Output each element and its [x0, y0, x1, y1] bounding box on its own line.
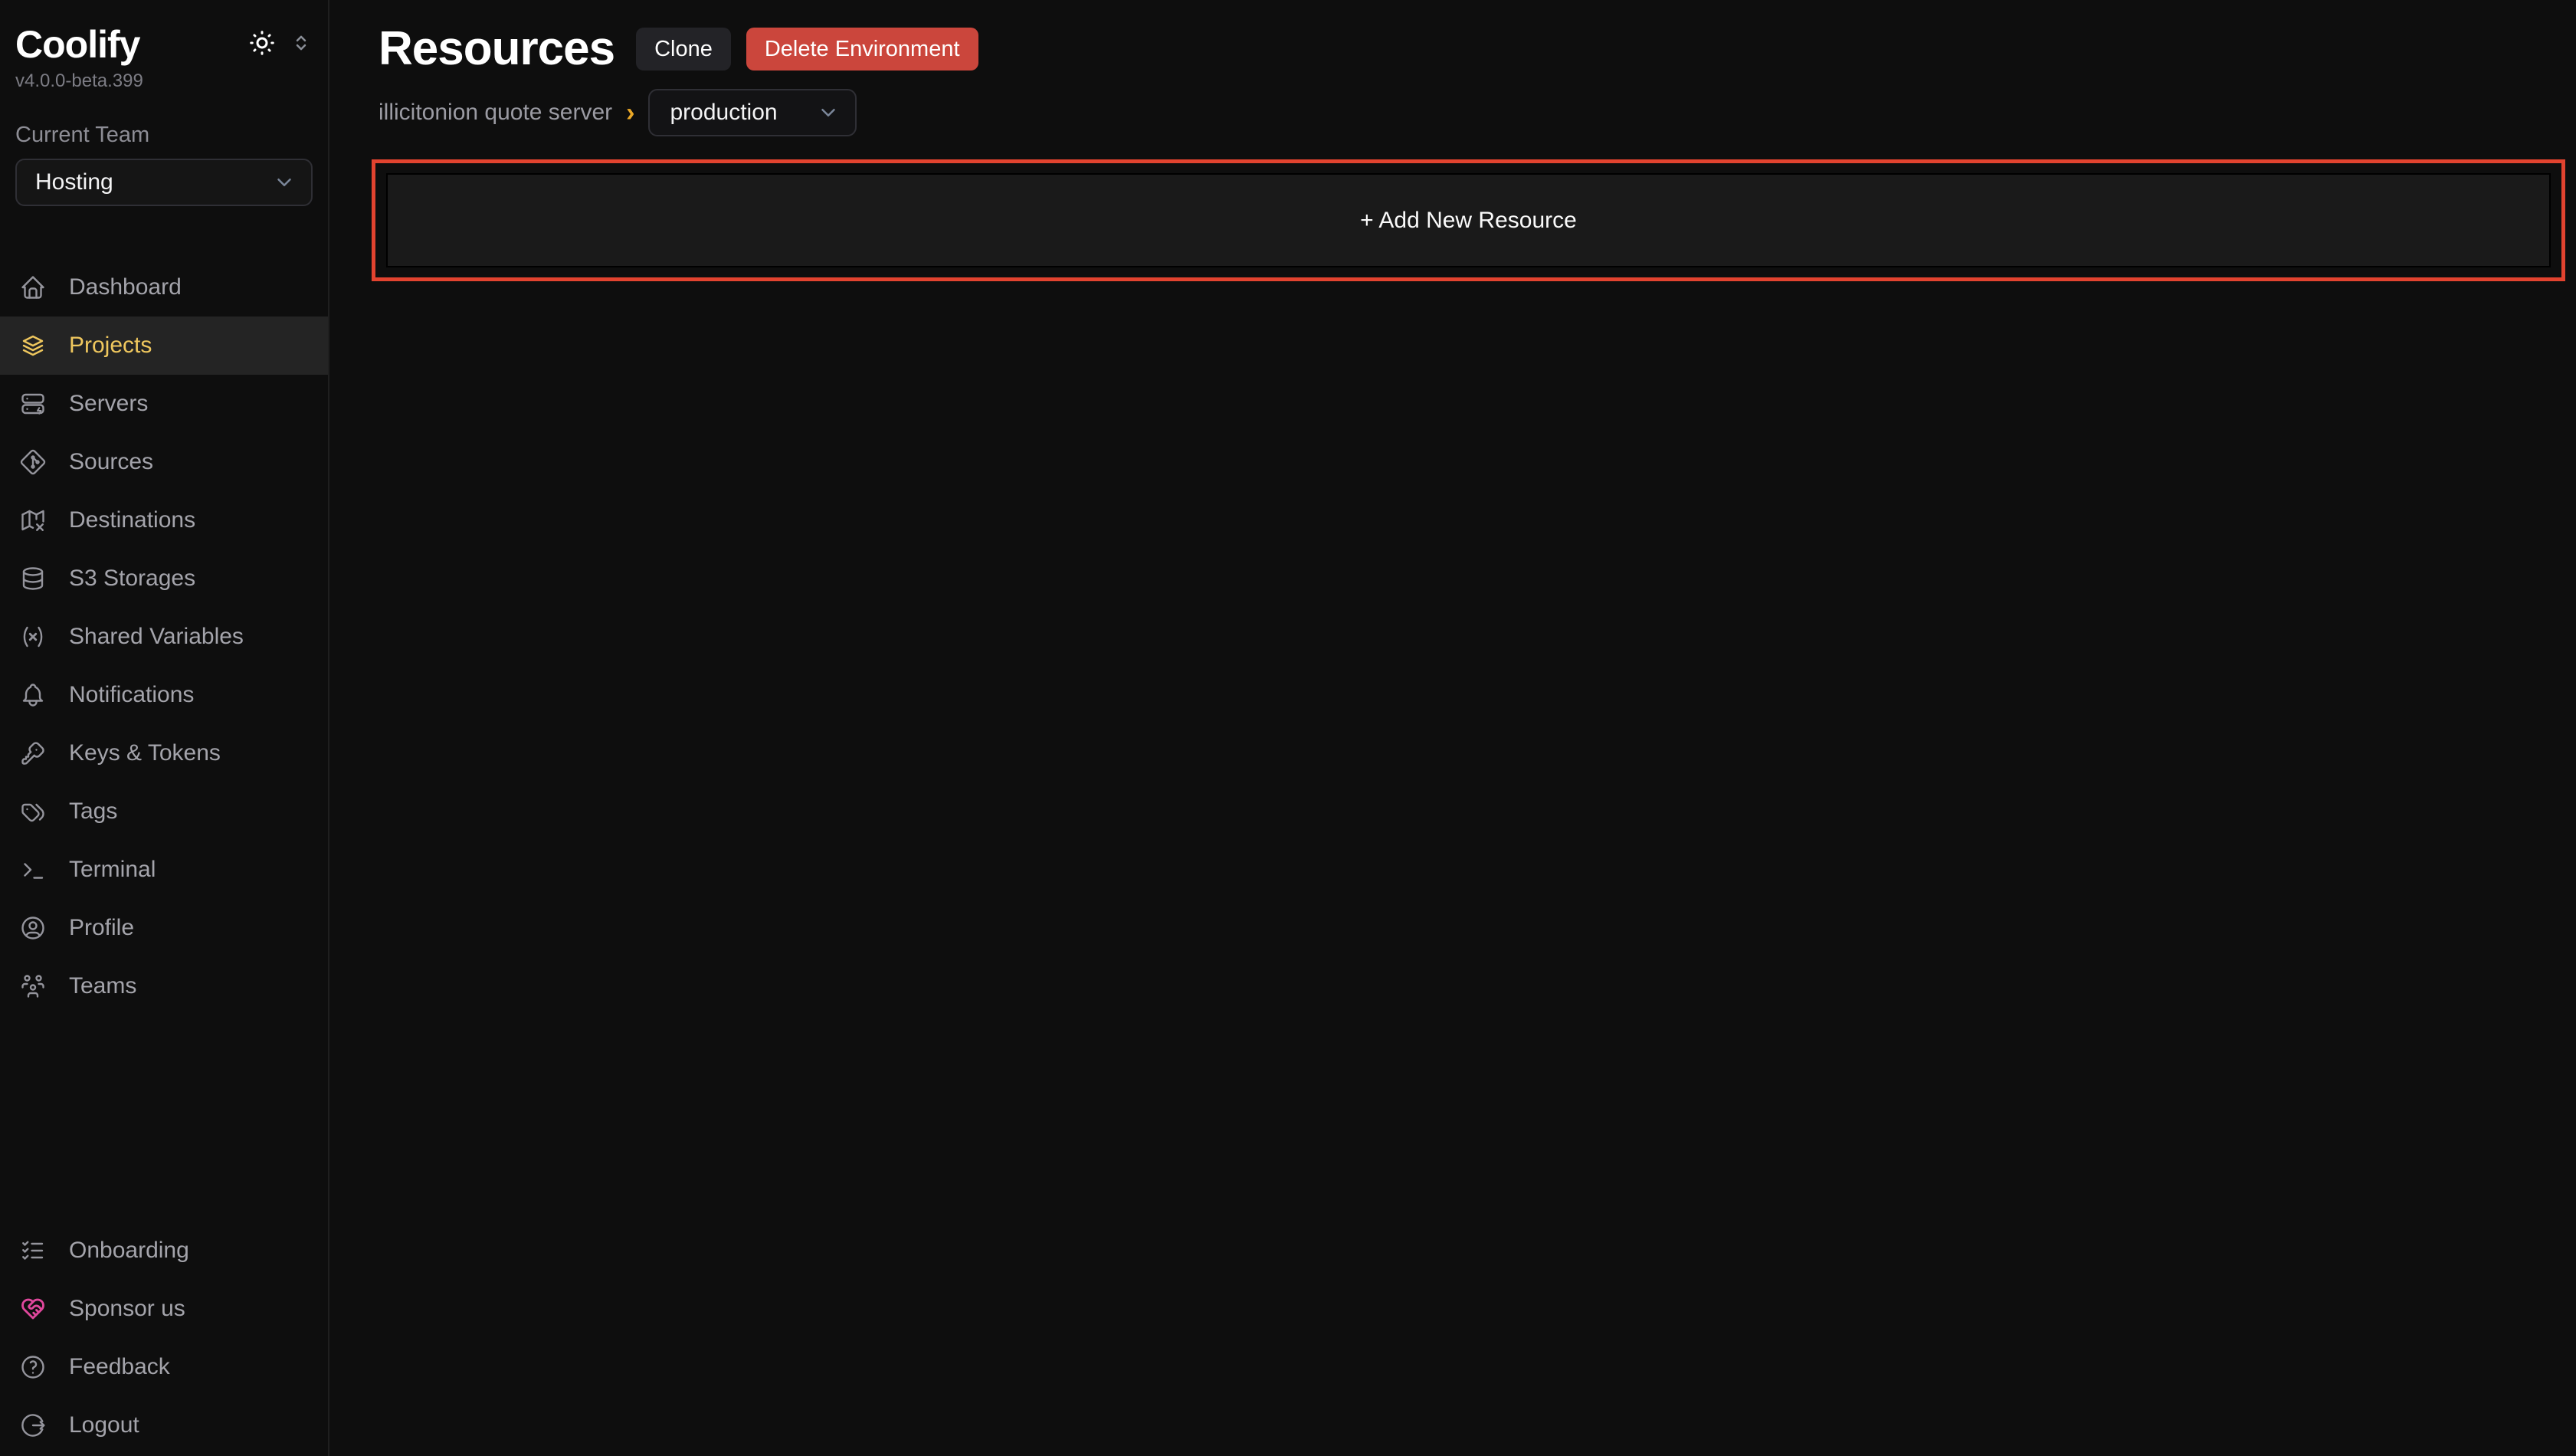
sidebar-item-label: Destinations	[69, 507, 195, 533]
sidebar-item-sponsor[interactable]: Sponsor us	[0, 1280, 328, 1338]
sidebar-item-label: Teams	[69, 973, 136, 999]
sidebar-item-label: Projects	[69, 333, 152, 359]
sidebar-item-label: Onboarding	[69, 1238, 189, 1264]
chevron-down-icon	[273, 171, 296, 194]
team-select[interactable]: Hosting	[15, 159, 313, 206]
sidebar-item-label: Profile	[69, 915, 134, 941]
sidebar-item-label: Sponsor us	[69, 1296, 185, 1322]
add-new-resource-button[interactable]: + Add New Resource	[386, 173, 2551, 267]
database-icon	[18, 564, 48, 593]
theme-toggle-sun-icon[interactable]	[248, 29, 276, 57]
user-circle-icon	[18, 913, 48, 943]
sidebar-item-label: Sources	[69, 449, 153, 475]
sidebar-item-label: Shared Variables	[69, 624, 244, 650]
sidebar-item-label: Feedback	[69, 1354, 170, 1380]
sidebar-header: Coolify v4.0.0-beta.399 Current Team Hos…	[0, 0, 328, 206]
sidebar-item-onboarding[interactable]: Onboarding	[0, 1222, 328, 1280]
sidebar-item-servers[interactable]: Servers	[0, 375, 328, 433]
sidebar-item-label: Logout	[69, 1412, 139, 1438]
sidebar-item-sources[interactable]: Sources	[0, 433, 328, 491]
current-team-label: Current Team	[15, 123, 313, 148]
delete-environment-button[interactable]: Delete Environment	[746, 28, 978, 71]
chevron-right-icon: ›	[626, 101, 634, 124]
environment-select[interactable]: production	[648, 89, 857, 136]
map-icon	[18, 506, 48, 535]
app-version: v4.0.0-beta.399	[15, 71, 313, 92]
sidebar: Coolify v4.0.0-beta.399 Current Team Hos…	[0, 0, 329, 1456]
sidebar-item-label: Dashboard	[69, 274, 182, 300]
key-icon	[18, 739, 48, 768]
clone-button[interactable]: Clone	[636, 28, 731, 71]
logout-icon	[18, 1411, 48, 1440]
checklist-icon	[18, 1236, 48, 1265]
sidebar-item-logout[interactable]: Logout	[0, 1396, 328, 1454]
sidebar-item-label: Keys & Tokens	[69, 740, 221, 766]
sidebar-item-destinations[interactable]: Destinations	[0, 491, 328, 549]
home-icon	[18, 273, 48, 302]
app-logo[interactable]: Coolify	[15, 21, 139, 67]
sidebar-item-profile[interactable]: Profile	[0, 899, 328, 957]
sidebar-item-label: Tags	[69, 799, 117, 825]
sidebar-item-projects[interactable]: Projects	[0, 316, 328, 375]
tag-icon	[18, 797, 48, 826]
sidebar-item-tags[interactable]: Tags	[0, 782, 328, 841]
breadcrumb: illicitonion quote server › production	[372, 89, 2565, 136]
page-title: Resources	[379, 21, 615, 77]
sidebar-item-feedback[interactable]: Feedback	[0, 1338, 328, 1396]
sidebar-item-terminal[interactable]: Terminal	[0, 841, 328, 899]
environment-select-value: production	[670, 100, 777, 126]
team-select-value: Hosting	[35, 169, 113, 195]
sidebar-item-label: Servers	[69, 391, 148, 417]
sidebar-footer-nav: Onboarding Sponsor us Feedback Logout	[0, 1222, 328, 1456]
annotation-highlight: + Add New Resource	[372, 159, 2565, 281]
sidebar-nav: Dashboard Projects Servers Sources Destinati…	[0, 258, 328, 1015]
bell-icon	[18, 680, 48, 710]
sidebar-spacer	[0, 1015, 328, 1222]
sidebar-item-label: S3 Storages	[69, 566, 195, 592]
chevron-down-icon	[817, 101, 840, 124]
sidebar-item-teams[interactable]: Teams	[0, 957, 328, 1015]
main-content: Resources Clone Delete Environment illic…	[329, 0, 2576, 1456]
app-root: Coolify v4.0.0-beta.399 Current Team Hos…	[0, 0, 2576, 1456]
variables-icon	[18, 622, 48, 651]
help-circle-icon	[18, 1353, 48, 1382]
breadcrumb-project-link[interactable]: illicitonion quote server	[379, 100, 612, 126]
heart-handshake-icon	[18, 1294, 48, 1323]
theme-selector-icon[interactable]	[290, 31, 313, 54]
sidebar-item-label: Terminal	[69, 857, 156, 883]
sidebar-item-dashboard[interactable]: Dashboard	[0, 258, 328, 316]
page-header: Resources Clone Delete Environment	[372, 21, 2565, 77]
layers-icon	[18, 331, 48, 360]
sidebar-item-keys-tokens[interactable]: Keys & Tokens	[0, 724, 328, 782]
sidebar-item-shared-variables[interactable]: Shared Variables	[0, 608, 328, 666]
users-group-icon	[18, 972, 48, 1001]
git-icon	[18, 448, 48, 477]
terminal-icon	[18, 855, 48, 884]
server-icon	[18, 389, 48, 418]
sidebar-item-s3-storages[interactable]: S3 Storages	[0, 549, 328, 608]
sidebar-item-label: Notifications	[69, 682, 194, 708]
sidebar-item-notifications[interactable]: Notifications	[0, 666, 328, 724]
